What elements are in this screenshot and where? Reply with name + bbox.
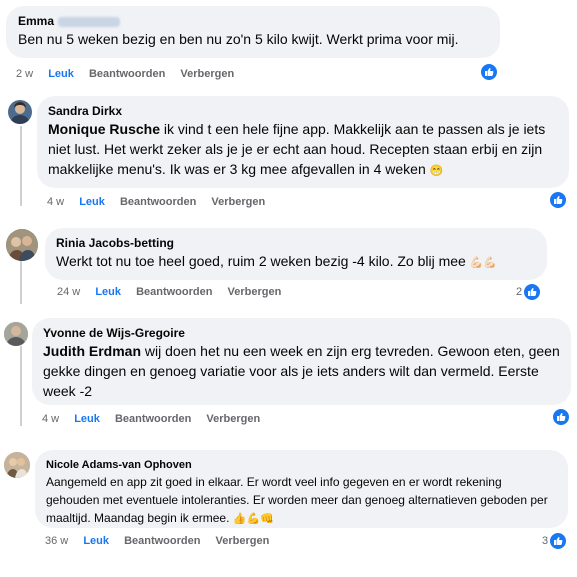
comment-text: Werkt tot nu toe heel goed, ruim 2 weken… <box>56 251 536 273</box>
comment-time[interactable]: 4 w <box>42 412 59 426</box>
hide-button[interactable]: Verbergen <box>211 195 265 209</box>
thumbs-up-emoji: 👍💪👊 <box>232 513 274 525</box>
author-name[interactable]: Emma <box>18 13 488 29</box>
comment-time[interactable]: 4 w <box>47 195 64 209</box>
grin-emoji: 😁 <box>429 165 444 177</box>
hidden-surname <box>58 16 121 27</box>
like-icon <box>549 532 568 550</box>
comment-actions: 2 w Leuk Beantwoorden Verbergen <box>16 67 246 81</box>
comment-body: Werkt tot nu toe heel goed, ruim 2 weken… <box>56 253 466 269</box>
comment-time[interactable]: 36 w <box>45 534 68 548</box>
reaction-count-number: 3 <box>542 535 549 547</box>
comment-bubble: Sandra Dirkx Monique Rusche ik vind t ee… <box>37 96 569 188</box>
mention-link[interactable]: Judith Erdman <box>43 343 141 359</box>
comment-actions: 24 w Leuk Beantwoorden Verbergen <box>57 285 293 299</box>
author-name[interactable]: Nicole Adams-van Ophoven <box>46 457 557 473</box>
reaction-count-number: 2 <box>516 286 523 298</box>
avatar[interactable] <box>4 322 28 346</box>
avatar[interactable] <box>4 452 30 478</box>
like-icon <box>552 408 570 426</box>
hide-button[interactable]: Verbergen <box>206 412 260 426</box>
reaction-count[interactable]: 2 <box>516 283 542 301</box>
like-button[interactable]: Leuk <box>48 67 74 81</box>
hide-button[interactable]: Verbergen <box>216 534 270 548</box>
mention-link[interactable]: Monique Rusche <box>48 121 160 137</box>
thread-line <box>20 126 22 206</box>
comment-text: Judith Erdman wij doen het nu een week e… <box>43 341 560 401</box>
comment-time[interactable]: 24 w <box>57 285 80 299</box>
like-icon <box>549 191 567 209</box>
reaction-count[interactable] <box>552 408 570 426</box>
reply-button[interactable]: Beantwoorden <box>120 195 196 209</box>
hide-button[interactable]: Verbergen <box>228 285 282 299</box>
like-icon <box>523 283 542 301</box>
hide-button[interactable]: Verbergen <box>180 67 234 81</box>
reply-button[interactable]: Beantwoorden <box>124 534 200 548</box>
thread-line <box>20 260 22 304</box>
comment-text: Ben nu 5 weken bezig en ben nu zo'n 5 ki… <box>18 31 459 47</box>
thread-line <box>20 346 22 426</box>
comment-actions: 36 w Leuk Beantwoorden Verbergen <box>45 534 281 548</box>
comment-bubble: Emma Ben nu 5 weken bezig en ben nu zo'n… <box>6 6 500 58</box>
author-name-text[interactable]: Emma <box>18 14 54 28</box>
reaction-count[interactable]: 3 <box>542 532 568 550</box>
reply-button[interactable]: Beantwoorden <box>89 67 165 81</box>
avatar[interactable] <box>6 229 38 261</box>
reaction-count[interactable] <box>480 63 498 81</box>
author-name[interactable]: Rinia Jacobs-betting <box>56 235 536 251</box>
reply-button[interactable]: Beantwoorden <box>136 285 212 299</box>
comment-body: Aangemeld en app zit goed in elkaar. Er … <box>46 475 548 525</box>
author-name[interactable]: Yvonne de Wijs-Gregoire <box>43 325 560 341</box>
comment-text: Monique Rusche ik vind t een hele fijne … <box>48 119 558 181</box>
like-button[interactable]: Leuk <box>74 412 100 426</box>
like-icon <box>480 63 498 81</box>
flexed-biceps-emoji: 💪🏻💪🏻 <box>469 257 498 269</box>
comment-bubble: Rinia Jacobs-betting Werkt tot nu toe he… <box>45 228 547 280</box>
comment-bubble: Yvonne de Wijs-Gregoire Judith Erdman wi… <box>32 318 571 405</box>
reply-button[interactable]: Beantwoorden <box>115 412 191 426</box>
avatar[interactable] <box>8 100 32 124</box>
comment-bubble: Nicole Adams-van Ophoven Aangemeld en ap… <box>35 450 568 528</box>
like-button[interactable]: Leuk <box>95 285 121 299</box>
like-button[interactable]: Leuk <box>83 534 109 548</box>
like-button[interactable]: Leuk <box>79 195 105 209</box>
comment-text: Aangemeld en app zit goed in elkaar. Er … <box>46 473 557 528</box>
author-name[interactable]: Sandra Dirkx <box>48 103 558 119</box>
comment-time[interactable]: 2 w <box>16 67 33 81</box>
reaction-count[interactable] <box>549 191 567 209</box>
comment-actions: 4 w Leuk Beantwoorden Verbergen <box>42 412 272 426</box>
comment-actions: 4 w Leuk Beantwoorden Verbergen <box>47 195 277 209</box>
